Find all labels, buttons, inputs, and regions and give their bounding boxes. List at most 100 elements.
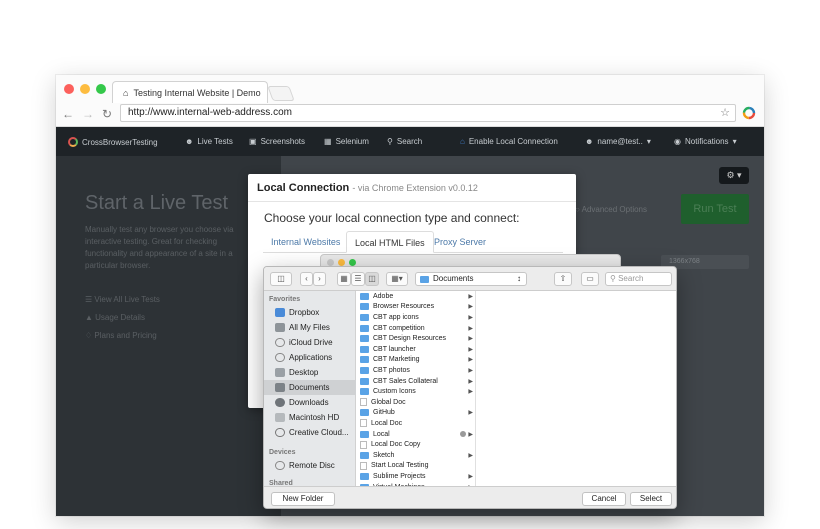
close-window-button[interactable] — [327, 259, 334, 266]
sidebar-item-remote-disc[interactable]: Remote Disc — [264, 458, 356, 473]
file-name: Sublime Projects — [373, 472, 426, 480]
back-icon[interactable]: ← — [62, 107, 74, 121]
nav-notifications[interactable]: ◉ Notifications ▾ — [674, 137, 737, 146]
sidebar-item-label: Applications — [289, 353, 333, 362]
zoom-window-button[interactable] — [96, 84, 106, 94]
back-button[interactable]: ‹ — [300, 272, 313, 286]
sidebar-toggle-button[interactable]: ◫ — [270, 272, 292, 286]
address-bar[interactable]: http://www.internal-web-address.com ☆ — [120, 104, 736, 122]
run-test-button[interactable]: Run Test — [681, 194, 749, 224]
chevron-right-icon: ▶ — [468, 346, 473, 353]
extension-icon[interactable] — [742, 106, 756, 120]
share-icon[interactable]: ⇧ — [554, 272, 572, 286]
brand-logo-icon — [68, 137, 78, 147]
list-item[interactable]: Sublime Projects ▶ — [356, 471, 476, 482]
nav-user-menu[interactable]: ☻ name@test.. ▾ — [585, 137, 651, 146]
list-item[interactable]: Global Doc — [356, 397, 476, 408]
minimize-window-button[interactable] — [80, 84, 90, 94]
sidebar-item-macintosh-hd[interactable]: Macintosh HD — [264, 410, 356, 425]
sidebar-item-label: All My Files — [289, 323, 330, 332]
plans-pricing-link[interactable]: ♢ Plans and Pricing — [85, 331, 157, 340]
nav-screenshots[interactable]: ▣ Screenshots — [249, 137, 305, 146]
minimize-window-button[interactable] — [338, 259, 345, 266]
sidebar-item-desktop[interactable]: Desktop — [264, 365, 356, 380]
file-name: CBT competition — [373, 324, 425, 332]
list-item[interactable]: Adobe ▶ — [356, 291, 476, 302]
nav-label: Enable Local Connection — [468, 137, 558, 146]
sidebar-item-downloads[interactable]: Downloads — [264, 395, 356, 410]
zoom-window-button[interactable] — [349, 259, 356, 266]
icon-view-button[interactable]: ▦ — [337, 272, 351, 286]
folder-icon — [360, 451, 369, 459]
forward-icon[interactable]: → — [82, 107, 94, 121]
list-item[interactable]: Local ▶ — [356, 429, 476, 440]
reload-icon[interactable]: ↻ — [102, 107, 112, 121]
new-folder-button[interactable]: New Folder — [271, 492, 335, 506]
usage-details-link[interactable]: ▲ Usage Details — [85, 313, 145, 322]
list-item[interactable]: CBT launcher ▶ — [356, 344, 476, 355]
column-view-button[interactable]: ◫ — [365, 272, 379, 286]
folder-icon — [420, 275, 429, 283]
list-item[interactable]: CBT app icons ▶ — [356, 312, 476, 323]
tag-icon[interactable]: ▭ — [581, 272, 599, 286]
arrange-button[interactable]: ▦▾ — [386, 272, 408, 286]
devices-heading: Devices — [269, 449, 296, 456]
list-item[interactable]: CBT photos ▶ — [356, 365, 476, 376]
caret-down-icon: ▾ — [732, 137, 737, 146]
list-item[interactable]: Browser Resources ▶ — [356, 302, 476, 313]
chevron-right-icon: ▶ — [468, 473, 473, 480]
nav-search[interactable]: ⚲ Search — [387, 137, 422, 146]
camera-icon: ▣ — [249, 137, 257, 146]
list-item[interactable]: Start Local Testing — [356, 461, 476, 472]
tab-proxy-server[interactable]: Proxy Server — [426, 231, 494, 253]
document-icon — [360, 461, 367, 470]
sidebar-item-creative-cloud[interactable]: Creative Cloud... — [264, 425, 356, 440]
brand-link[interactable]: CrossBrowserTesting — [68, 137, 158, 147]
sidebar-item-label: Dropbox — [289, 308, 320, 317]
list-item[interactable]: Sketch ▶ — [356, 450, 476, 461]
list-item[interactable]: CBT competition ▶ — [356, 323, 476, 334]
file-name: CBT launcher — [373, 345, 416, 353]
list-item[interactable]: CBT Sales Collateral ▶ — [356, 376, 476, 387]
sidebar-item-icloud[interactable]: iCloud Drive — [264, 335, 356, 350]
location-select[interactable]: Documents ↕ — [415, 272, 527, 286]
browser-tab[interactable]: ⌂ Testing Internal Website | Demo — [112, 81, 268, 103]
file-name: CBT Design Resources — [373, 335, 447, 343]
bell-icon: ◉ — [674, 137, 681, 146]
chevron-right-icon: ▶ — [468, 452, 473, 459]
file-name: Start Local Testing — [371, 462, 429, 470]
file-name: Custom Icons — [373, 388, 416, 396]
sidebar-item-all-my-files[interactable]: All My Files — [264, 320, 356, 335]
list-item[interactable]: Local Doc — [356, 418, 476, 429]
sidebar-item-documents[interactable]: Documents — [264, 380, 356, 395]
nav-selenium[interactable]: ▦ Selenium — [324, 137, 369, 146]
list-item[interactable]: CBT Design Resources ▶ — [356, 333, 476, 344]
close-window-button[interactable] — [64, 84, 74, 94]
tab-internal-websites[interactable]: Internal Websites — [263, 231, 348, 253]
sidebar-item-dropbox[interactable]: Dropbox — [264, 305, 356, 320]
nav-label: Notifications — [684, 137, 729, 146]
list-item[interactable]: GitHub ▶ — [356, 408, 476, 419]
list-item[interactable]: Custom Icons ▶ — [356, 386, 476, 397]
list-item[interactable]: Local Doc Copy — [356, 439, 476, 450]
new-tab-button[interactable] — [267, 86, 295, 101]
settings-gear-button[interactable]: ⚙ ▾ — [719, 167, 749, 184]
browser-toolbar: ⌂ Testing Internal Website | Demo ← → ↻ … — [56, 75, 764, 127]
updown-chevron-icon: ↕ — [517, 274, 521, 283]
sidebar-item-label: iCloud Drive — [289, 338, 333, 347]
view-all-live-tests-link[interactable]: ☰ View All Live Tests — [85, 295, 160, 304]
search-field[interactable]: ⚲ Search — [605, 272, 672, 286]
list-item[interactable]: CBT Marketing ▶ — [356, 355, 476, 366]
advanced-options-toggle[interactable]: ○ Advanced Options — [575, 205, 647, 214]
forward-button[interactable]: › — [313, 272, 326, 286]
nav-enable-local[interactable]: ⌂ Enable Local Connection — [460, 137, 558, 146]
nav-live-tests[interactable]: ☻ Live Tests — [185, 137, 233, 146]
bookmark-star-icon[interactable]: ☆ — [720, 105, 730, 121]
select-button[interactable]: Select — [630, 492, 672, 506]
cancel-button[interactable]: Cancel — [582, 492, 626, 506]
sidebar-item-applications[interactable]: Applications — [264, 350, 356, 365]
document-icon — [360, 440, 367, 449]
sidebar-item-label: Documents — [289, 383, 330, 392]
list-view-button[interactable]: ☰ — [351, 272, 365, 286]
tab-local-html-files[interactable]: Local HTML Files — [346, 231, 434, 253]
